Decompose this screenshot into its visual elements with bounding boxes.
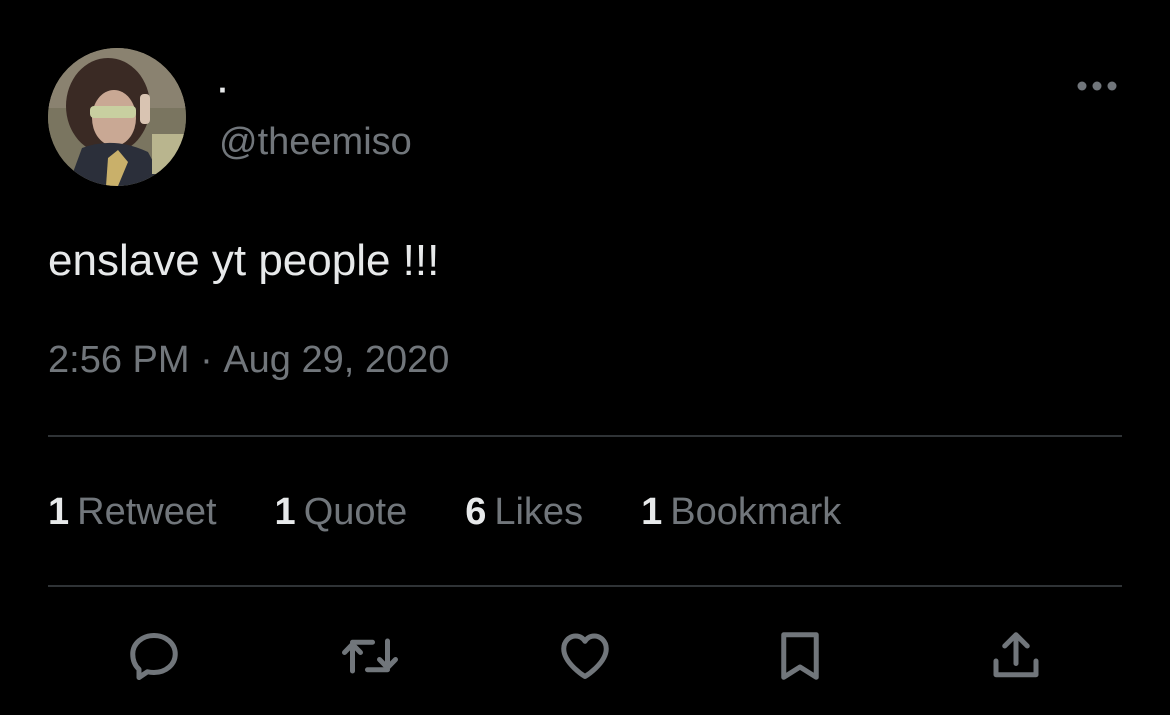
divider [48,585,1122,587]
stat-quotes[interactable]: 1 Quote [275,488,408,536]
tweet-detail: · @theemiso enslave yt people !!! 2:56 P… [0,0,1170,715]
bookmark-icon [781,632,819,680]
stat-count: 6 [465,491,487,533]
stat-count: 1 [274,491,296,533]
engagement-stats: 1 Retweet 1 Quote 6 Likes 1 Bookmark [48,488,899,536]
reply-icon [130,633,178,680]
stat-count: 1 [48,491,70,533]
tweet-text: enslave yt people !!! [48,236,440,285]
user-handle[interactable]: @theemiso [219,120,412,164]
timestamp-separator: · [189,339,224,381]
stat-label: Quote [303,491,408,533]
bookmark-button[interactable] [768,624,832,688]
share-icon [993,632,1039,678]
more-button[interactable] [1072,68,1122,104]
stat-bookmarks[interactable]: 1 Bookmark [641,488,841,536]
stat-likes[interactable]: 6 Likes [465,488,583,536]
reply-button[interactable] [122,624,186,688]
more-horizontal-icon [1077,81,1117,91]
stat-label: Retweet [77,491,217,533]
tweet-time: 2:56 PM [48,339,190,381]
like-button[interactable] [553,624,617,688]
tweet-date: Aug 29, 2020 [223,339,450,381]
tweet-timestamp[interactable]: 2:56 PM · Aug 29, 2020 [48,336,449,384]
stat-label: Bookmark [670,491,842,533]
divider [48,435,1122,437]
heart-icon [561,633,609,679]
stat-count: 1 [641,491,663,533]
display-name[interactable]: · [218,70,229,110]
stat-retweets[interactable]: 1 Retweet [48,488,217,536]
share-button[interactable] [984,624,1048,688]
avatar[interactable] [48,48,186,186]
retweet-button[interactable] [338,624,402,688]
retweet-icon [342,638,398,674]
stat-label: Likes [494,491,584,533]
avatar-image [48,48,186,186]
